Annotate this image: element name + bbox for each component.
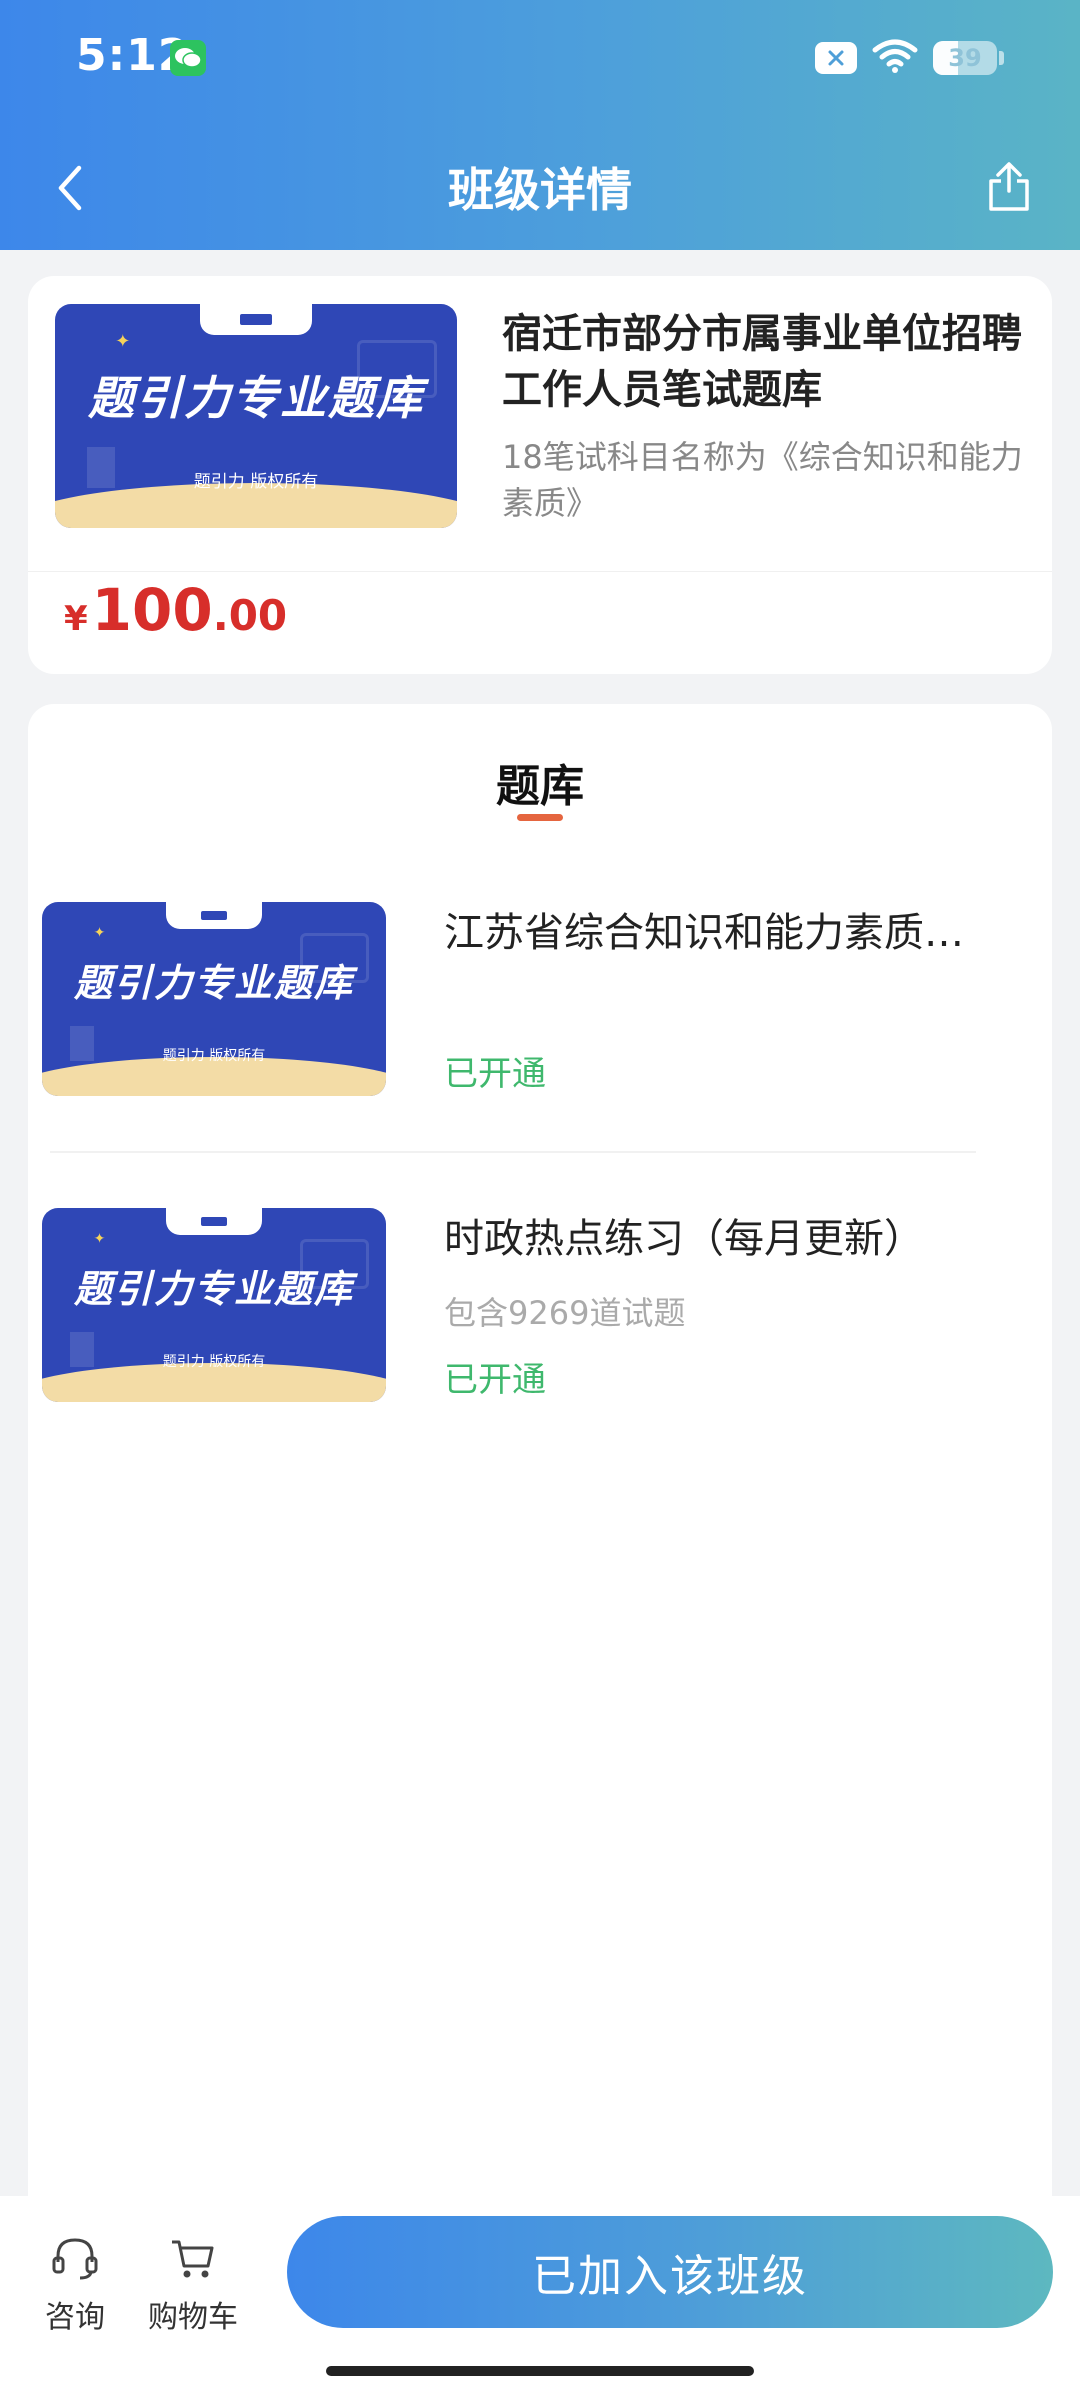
thumbnail-logo-tab: [165, 902, 263, 930]
bank-status: 已开通: [444, 1360, 546, 1400]
cart-button[interactable]: 购物车: [138, 2234, 248, 2336]
header: 5:12 39 班级详情: [0, 0, 1080, 250]
wifi-icon: [871, 38, 919, 78]
consult-label: 咨询: [45, 2300, 105, 2335]
star-icon: ✦: [115, 330, 131, 352]
thumbnail-title: 题引力专业题库: [73, 1267, 354, 1312]
nav-bar: 班级详情: [0, 140, 1080, 240]
thumbnail-footer: 题引力 版权所有: [193, 472, 319, 493]
thumbnail-title: 题引力专业题库: [73, 961, 354, 1006]
price-decimal: .00: [212, 591, 288, 640]
wechat-icon: [170, 40, 206, 76]
course-title: 宿迁市部分市属事业单位招聘工作人员笔试题库: [502, 311, 1022, 413]
share-icon: [989, 162, 1029, 211]
close-badge-icon: [815, 42, 857, 74]
divider: [28, 571, 1052, 572]
bank-list-item[interactable]: ✦ 题引力专业题库 题引力 版权所有 江苏省综合知识和能力素质… 已开通: [42, 902, 1002, 1102]
bank-thumbnail: ✦ 题引力专业题库 题引力 版权所有: [42, 902, 386, 1096]
bank-status: 已开通: [444, 1054, 546, 1094]
battery-tip: [999, 51, 1004, 65]
price-integer: 100: [91, 576, 213, 644]
star-icon: ✦: [93, 925, 106, 942]
headset-icon: [20, 2234, 130, 2284]
bottom-action-bar: 咨询 购物车 已加入该班级: [0, 2196, 1080, 2400]
bank-question-count: 包含9269道试题: [444, 1294, 686, 1332]
battery-icon: 39: [933, 41, 997, 75]
cart-icon: [138, 2234, 248, 2284]
section-title: 题库: [496, 761, 584, 812]
price: ¥ 100 .00: [64, 576, 287, 644]
status-icons: 39: [815, 38, 1004, 78]
price-currency: ¥: [64, 599, 88, 639]
consult-button[interactable]: 咨询: [20, 2234, 130, 2336]
bank-title: 江苏省综合知识和能力素质…: [444, 910, 964, 956]
course-description: 18笔试科目名称为《综合知识和能力素质》: [502, 438, 1023, 522]
battery-percent: 39: [948, 44, 982, 72]
thumbnail-title: 题引力专业题库: [88, 371, 424, 426]
thumbnail-footer: 题引力 版权所有: [162, 1353, 266, 1370]
thumbnail-logo-tab: [165, 1208, 263, 1236]
section-underline: [517, 814, 563, 821]
star-icon: ✦: [93, 1231, 106, 1248]
joined-class-button[interactable]: 已加入该班级: [287, 2216, 1053, 2328]
share-button[interactable]: [974, 152, 1044, 222]
bank-list-item[interactable]: ✦ 题引力专业题库 题引力 版权所有 时政热点练习（每月更新） 包含9269道试…: [42, 1208, 1002, 1408]
status-bar: 5:12 39: [0, 0, 1080, 120]
home-indicator[interactable]: [326, 2366, 754, 2376]
course-thumbnail: ✦ 题引力专业题库 题引力 版权所有: [55, 304, 457, 528]
divider: [50, 1151, 976, 1153]
thumbnail-logo-tab: [199, 304, 313, 336]
course-card: ✦ 题引力专业题库 题引力 版权所有 宿迁市部分市属事业单位招聘工作人员笔试题库…: [28, 276, 1052, 674]
thumbnail-footer: 题引力 版权所有: [162, 1047, 266, 1064]
page-title: 班级详情: [448, 163, 632, 217]
bank-thumbnail: ✦ 题引力专业题库 题引力 版权所有: [42, 1208, 386, 1402]
cart-label: 购物车: [148, 2300, 238, 2335]
bank-title: 时政热点练习（每月更新）: [444, 1216, 924, 1262]
